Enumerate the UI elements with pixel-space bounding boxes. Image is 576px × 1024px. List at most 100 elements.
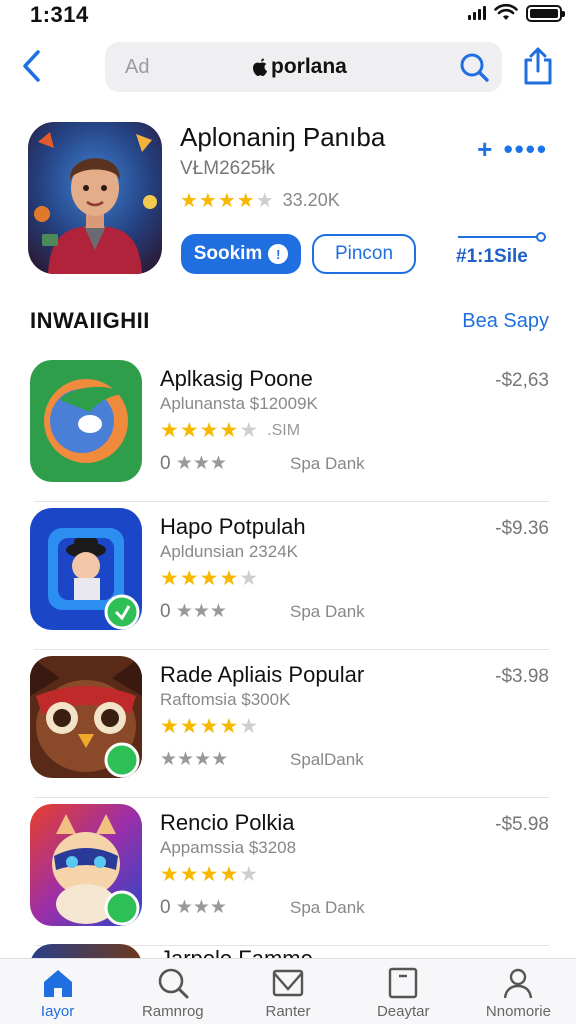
- gray-stars-icon: ★★★: [175, 601, 227, 622]
- open-button[interactable]: Pincon: [312, 234, 416, 274]
- app-subtitle: Appamssia $3208: [160, 838, 297, 857]
- star-rating-icon: ★★★★★: [160, 419, 260, 442]
- signal-icon: [468, 6, 486, 20]
- app-name: Aplkasig Poone: [160, 366, 313, 391]
- gray-stars-icon: ★★★: [175, 453, 227, 474]
- app-name: Rencio Polkia: [160, 810, 295, 835]
- search-icon[interactable]: [458, 51, 490, 83]
- status-icons: [468, 4, 565, 22]
- get-button-label: Sookim: [193, 243, 263, 264]
- app-price: -$3.98: [495, 666, 549, 687]
- search-query-text: porlana: [271, 55, 347, 78]
- tablet-icon: [389, 967, 418, 999]
- featured-app: Aplonaniŋ Panıba VŁM2625łk ★★★★★ 33.20K …: [0, 120, 576, 280]
- share-icon[interactable]: [520, 46, 556, 86]
- section-header: INWAIIGHII Bea Sapy: [0, 306, 576, 338]
- section-title: INWAIIGHII: [30, 308, 150, 333]
- search-icon: [158, 968, 189, 999]
- app-name: Rade Apliais Popular: [160, 662, 365, 687]
- app-rating: ★★★★★: [160, 566, 267, 591]
- tab-label: Deaytar: [376, 1003, 430, 1020]
- app-rating: ★★★★★: [160, 862, 267, 887]
- featured-app-icon[interactable]: [28, 122, 162, 274]
- get-button[interactable]: Sookim !: [181, 234, 301, 274]
- app-icon: [30, 508, 142, 630]
- gray-stars-icon: ★★★: [175, 897, 227, 918]
- tab-label: Nnomorie: [485, 1003, 551, 1020]
- app-subtitle: Apldunsian 2324K: [160, 542, 299, 561]
- app-meta-count: 0: [160, 897, 171, 918]
- app-icon: [30, 360, 142, 482]
- app-meta-right: Spa Dank: [290, 897, 365, 917]
- app-meta: 0 ★★★ Spa Dank: [160, 600, 365, 623]
- tab-bar: Iayor Ramnrog Ranter Deaytar Nnomorie: [0, 958, 576, 1024]
- app-subtitle: Aplunansta $12009K: [160, 394, 318, 413]
- featured-rating: ★★★★★ 33.20K: [180, 188, 340, 213]
- tab-tablet[interactable]: Deaytar: [346, 959, 461, 1024]
- app-price: -$5.98: [495, 814, 549, 835]
- featured-title: Aplonaniŋ Panıba: [180, 122, 386, 152]
- app-meta: ★★★★ SpalDank: [160, 748, 364, 771]
- tab-label: Iayor: [40, 1003, 75, 1020]
- app-meta: 0 ★★★ Spa Dank: [160, 896, 365, 919]
- list-item[interactable]: Rade Apliais Popular Raftomsia $300K ★★★…: [0, 652, 576, 798]
- wifi-icon: [494, 4, 518, 20]
- slider-track: [458, 236, 538, 238]
- tab-search[interactable]: Ramnrog: [115, 959, 230, 1024]
- list-item[interactable]: Aplkasig Poone Aplunansta $12009K ★★★★★ …: [0, 356, 576, 502]
- list-item[interactable]: Hapo Potpulah Apldunsian 2324K ★★★★★ 0 ★…: [0, 504, 576, 650]
- divider: [34, 797, 549, 798]
- search-bar[interactable]: Ad porlana: [105, 42, 502, 92]
- app-meta-left: 0 ★★★: [160, 896, 290, 919]
- slider-knob[interactable]: [536, 232, 546, 242]
- divider: [34, 649, 549, 650]
- ad-label: Ad: [125, 56, 150, 78]
- info-icon: !: [268, 244, 289, 264]
- tab-label: Ranter: [265, 1003, 311, 1020]
- app-rating-count: .SIM: [267, 421, 301, 439]
- app-rating: ★★★★★: [160, 714, 267, 739]
- tab-label: Ramnrog: [141, 1003, 204, 1020]
- tab-home[interactable]: Iayor: [0, 959, 115, 1024]
- app-subtitle: Raftomsia $300K: [160, 690, 291, 709]
- gray-stars-icon: ★★★★: [160, 749, 229, 770]
- more-options-button[interactable]: + ••••: [477, 134, 548, 165]
- tab-profile[interactable]: Nnomorie: [461, 959, 576, 1024]
- app-meta-right: SpalDank: [290, 749, 364, 769]
- see-all-link[interactable]: Bea Sapy: [462, 310, 549, 333]
- app-icon: [30, 804, 142, 926]
- star-rating-icon: ★★★★★: [160, 715, 260, 738]
- app-meta: 0 ★★★ Spa Dank: [160, 452, 365, 475]
- app-name: Hapo Potpulah: [160, 514, 306, 539]
- app-meta-left: 0 ★★★: [160, 600, 290, 623]
- app-icon: [30, 656, 142, 778]
- app-meta-count: 0: [160, 601, 171, 622]
- price-slider[interactable]: [458, 232, 546, 242]
- app-meta-right: Spa Dank: [290, 453, 365, 473]
- search-query[interactable]: porlana: [251, 55, 347, 79]
- divider: [34, 501, 549, 502]
- star-rating-icon: ★★★★★: [160, 567, 260, 590]
- star-rating-icon: ★★★★★: [180, 190, 275, 212]
- person-icon: [504, 968, 533, 999]
- status-bar: 1:314: [0, 0, 576, 30]
- home-icon: [43, 970, 72, 997]
- list-item[interactable]: Rencio Polkia Appamssia $3208 ★★★★★ 0 ★★…: [0, 800, 576, 946]
- status-time: 1:314: [30, 2, 89, 27]
- featured-rating-count: 33.20K: [282, 190, 340, 210]
- app-price: -$9.36: [495, 518, 549, 539]
- app-rating: ★★★★★ .SIM: [160, 418, 300, 443]
- tab-mail[interactable]: Ranter: [230, 959, 345, 1024]
- price-link[interactable]: #1:1Sile: [456, 246, 528, 268]
- featured-developer: VŁM2625łk: [180, 158, 276, 179]
- app-meta-left: ★★★★: [160, 748, 290, 771]
- mail-icon: [272, 969, 304, 997]
- app-meta-count: 0: [160, 453, 171, 474]
- app-meta-right: Spa Dank: [290, 601, 365, 621]
- app-price: -$2,63: [495, 370, 549, 391]
- battery-icon: [526, 4, 565, 22]
- back-icon[interactable]: [18, 48, 48, 84]
- star-rating-icon: ★★★★★: [160, 863, 260, 886]
- apple-icon: [253, 58, 267, 76]
- app-meta-left: 0 ★★★: [160, 452, 290, 475]
